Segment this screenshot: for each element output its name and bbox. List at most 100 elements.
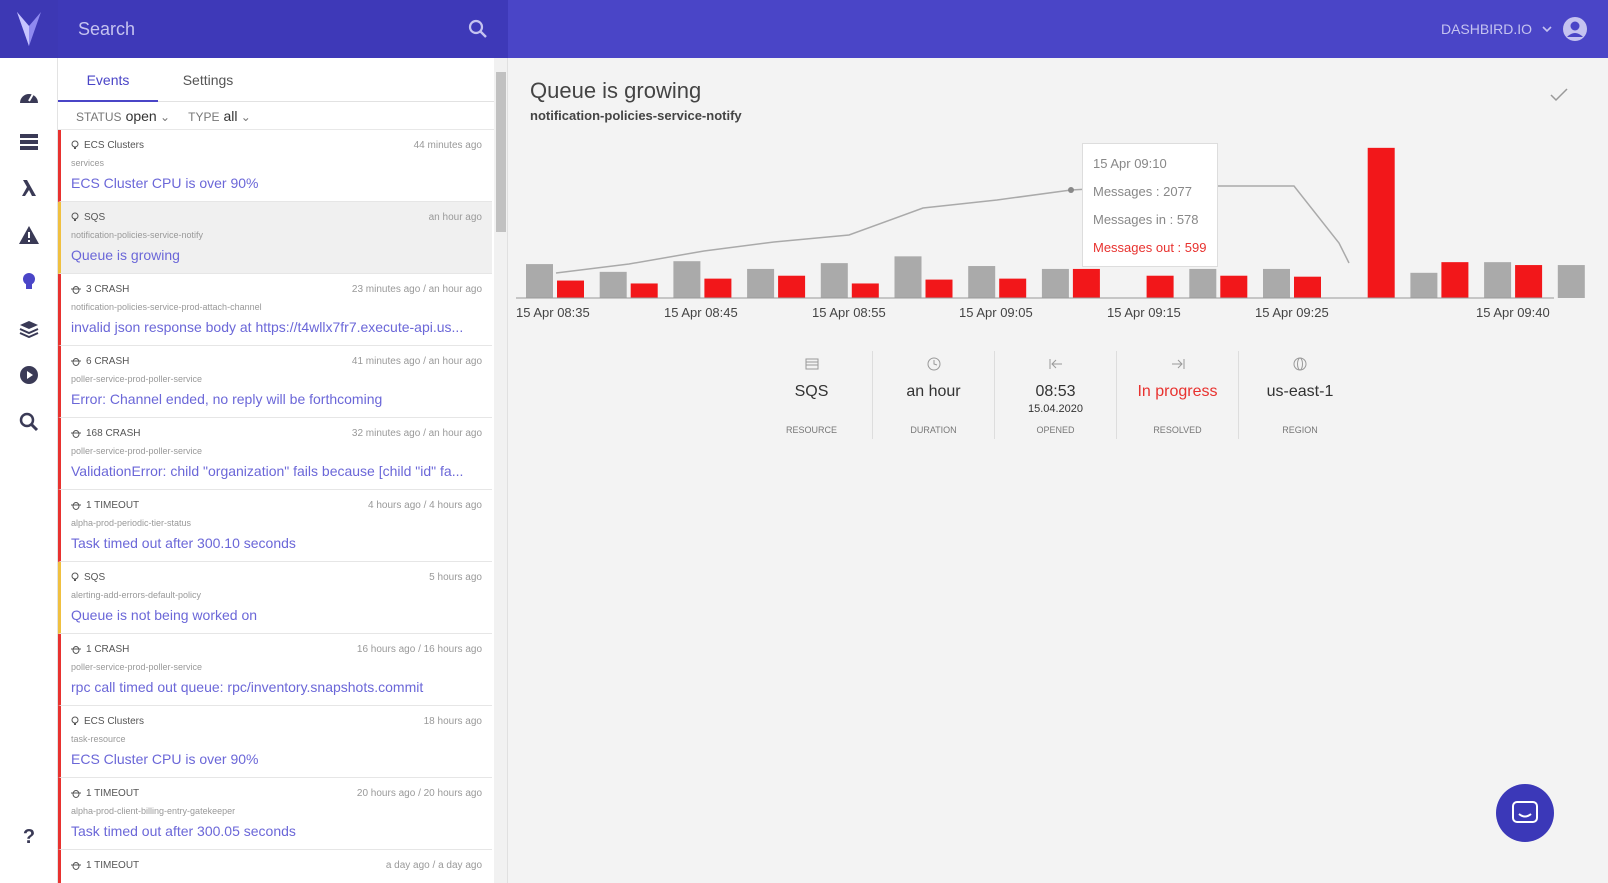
bar-messages-in — [968, 266, 996, 298]
chat-button[interactable] — [1496, 784, 1554, 842]
bar-messages-in — [1557, 265, 1585, 298]
sidebar-item-search[interactable] — [0, 402, 58, 442]
account-name: DASHBIRD.IO — [1440, 21, 1532, 37]
bar-messages-out — [1441, 262, 1469, 298]
stat-value: SQS — [794, 383, 829, 400]
event-type-label: 1 TIMEOUT — [86, 787, 140, 799]
user-avatar-icon[interactable] — [1562, 16, 1588, 42]
events-panel: Events Settings STATUS open ⌄ TYPE all ⌄ E… — [58, 58, 508, 883]
event-header: ECS Clusters 44 minutes ago — [71, 138, 482, 152]
tab-settings[interactable]: Settings — [158, 58, 258, 102]
sidebar-item-alarms[interactable] — [0, 215, 58, 255]
event-title[interactable]: Queue is growing — [71, 247, 482, 263]
tab-events[interactable]: Events — [58, 58, 158, 102]
bug-icon — [71, 430, 81, 438]
event-item[interactable]: SQS 5 hours ago alerting-add-errors-defaul… — [58, 562, 492, 634]
x-tick-label: 15 Apr 09:40 — [1476, 305, 1550, 320]
stats-row: SQS RESOURCE an hour DURATION 08:53 15.04.202… — [751, 351, 1361, 439]
sidebar-item-resources[interactable] — [0, 122, 58, 162]
search-icon[interactable] — [468, 19, 488, 39]
event-item[interactable]: ECS Clusters 18 hours ago task-resource ECS… — [58, 706, 492, 778]
event-title[interactable]: Task timed out after 300.10 seconds — [71, 535, 482, 551]
bulb-icon — [23, 273, 35, 289]
event-header: 1 TIMEOUT 4 hours ago / 4 hours ago — [71, 498, 482, 512]
bulb-icon — [71, 140, 79, 149]
event-resource: alpha-prod-client-billing-entry-gatekeep… — [71, 806, 236, 816]
bar-messages-out — [1146, 275, 1174, 298]
event-title[interactable]: Error: Channel ended, no reply will be f… — [71, 391, 482, 407]
bar-messages-in — [1263, 268, 1290, 298]
event-title[interactable]: rpc call timed out queue: rpc/inventory.… — [71, 679, 482, 695]
stat-resolved: In progress RESOLVED — [1117, 351, 1239, 439]
account-menu[interactable]: DASHBIRD.IO — [1441, 0, 1588, 58]
line-marker — [1068, 187, 1074, 193]
type-filter[interactable]: TYPE all ⌄ — [188, 108, 251, 124]
chart-tooltip: 15 Apr 09:10 Messages : 2077 Messages in… — [1082, 143, 1218, 267]
play-icon — [20, 366, 38, 384]
globe-icon — [1239, 353, 1361, 375]
chevron-down-icon — [1542, 26, 1552, 33]
event-type-label: 6 CRASH — [86, 355, 130, 367]
event-item[interactable]: 1 CRASH 16 hours ago / 16 hours ago poller… — [58, 634, 492, 706]
event-title[interactable]: Queue is not being worked on — [71, 607, 482, 623]
bulb-icon — [71, 212, 79, 221]
event-header: 1 CRASH 16 hours ago / 16 hours ago — [71, 642, 482, 656]
status-filter[interactable]: STATUS open ⌄ — [76, 108, 170, 124]
event-title[interactable]: Task timed out after 300.05 seconds — [71, 823, 482, 839]
event-item[interactable]: 168 CRASH 32 minutes ago / an hour ago pol… — [58, 418, 492, 490]
event-type-label: SQS — [84, 211, 106, 223]
event-item[interactable]: SQS an hour ago notification-policies-serv… — [58, 202, 492, 274]
logo[interactable] — [0, 0, 58, 58]
status-filter-label: STATUS — [76, 109, 122, 124]
event-resource: alerting-add-errors-default-policy — [71, 590, 202, 600]
event-list: ECS Clusters 44 minutes ago services ECS Cl… — [58, 130, 492, 883]
event-type-label: 1 CRASH — [86, 643, 130, 655]
search-bar — [58, 0, 508, 58]
stat-date: 15.04.2020 — [1027, 403, 1084, 415]
event-header: SQS 5 hours ago — [71, 570, 482, 584]
search-icon — [19, 412, 39, 432]
x-tick-label: 15 Apr 08:55 — [812, 305, 886, 320]
event-title[interactable]: ECS Cluster CPU is over 90% — [71, 751, 482, 767]
event-item[interactable]: 1 TIMEOUT a day ago / a day ago — [58, 850, 492, 883]
tabs: Events Settings — [58, 58, 507, 102]
event-resource: services — [71, 158, 105, 168]
event-header: 6 CRASH 41 minutes ago / an hour ago — [71, 354, 482, 368]
sidebar-item-layers[interactable] — [0, 309, 58, 349]
event-type-label: SQS — [84, 571, 106, 583]
sidebar-item-lambda[interactable] — [0, 168, 58, 208]
bug-icon — [71, 286, 81, 294]
event-item[interactable]: 1 TIMEOUT 4 hours ago / 4 hours ago alpha-… — [58, 490, 492, 562]
type-filter-value: all — [223, 107, 238, 124]
event-time: 32 minutes ago / an hour ago — [351, 427, 482, 439]
sidebar-item-insights[interactable] — [0, 262, 58, 302]
help-button[interactable]: ? — [0, 817, 58, 857]
event-type: SQS — [71, 212, 105, 223]
event-type: ECS Clusters — [71, 140, 144, 151]
bar-messages-out — [1367, 147, 1395, 298]
stat-value: 08:53 — [1035, 383, 1076, 400]
scrollbar-thumb[interactable] — [496, 72, 506, 232]
sidebar-item-dashboard[interactable] — [0, 76, 58, 116]
event-item[interactable]: 6 CRASH 41 minutes ago / an hour ago polle… — [58, 346, 492, 418]
bar-messages-in — [1410, 272, 1438, 298]
event-title[interactable]: ECS Cluster CPU is over 90% — [71, 175, 482, 191]
event-header: 3 CRASH 23 minutes ago / an hour ago — [71, 282, 482, 296]
page-title: Queue is growing — [530, 78, 702, 103]
event-time: 5 hours ago — [429, 571, 482, 583]
event-item[interactable]: 1 TIMEOUT 20 hours ago / 20 hours ago alph… — [58, 778, 492, 850]
warning-icon — [19, 226, 39, 244]
bar-messages-in — [894, 256, 922, 298]
search-input[interactable] — [78, 18, 468, 40]
check-icon[interactable] — [1550, 88, 1568, 102]
event-time: 23 minutes ago / an hour ago — [351, 283, 482, 295]
bug-icon — [71, 358, 81, 366]
event-item[interactable]: ECS Clusters 44 minutes ago services ECS Cl… — [58, 130, 492, 202]
event-item[interactable]: 3 CRASH 23 minutes ago / an hour ago notif… — [58, 274, 492, 346]
event-title[interactable]: ValidationError: child "organization" fa… — [71, 463, 482, 479]
event-resource — [71, 878, 482, 883]
scrollbar[interactable] — [494, 58, 507, 883]
event-header: ECS Clusters 18 hours ago — [71, 714, 482, 728]
event-title[interactable]: invalid json response body at https://t4… — [71, 319, 482, 335]
sidebar-item-runs[interactable] — [0, 355, 58, 395]
